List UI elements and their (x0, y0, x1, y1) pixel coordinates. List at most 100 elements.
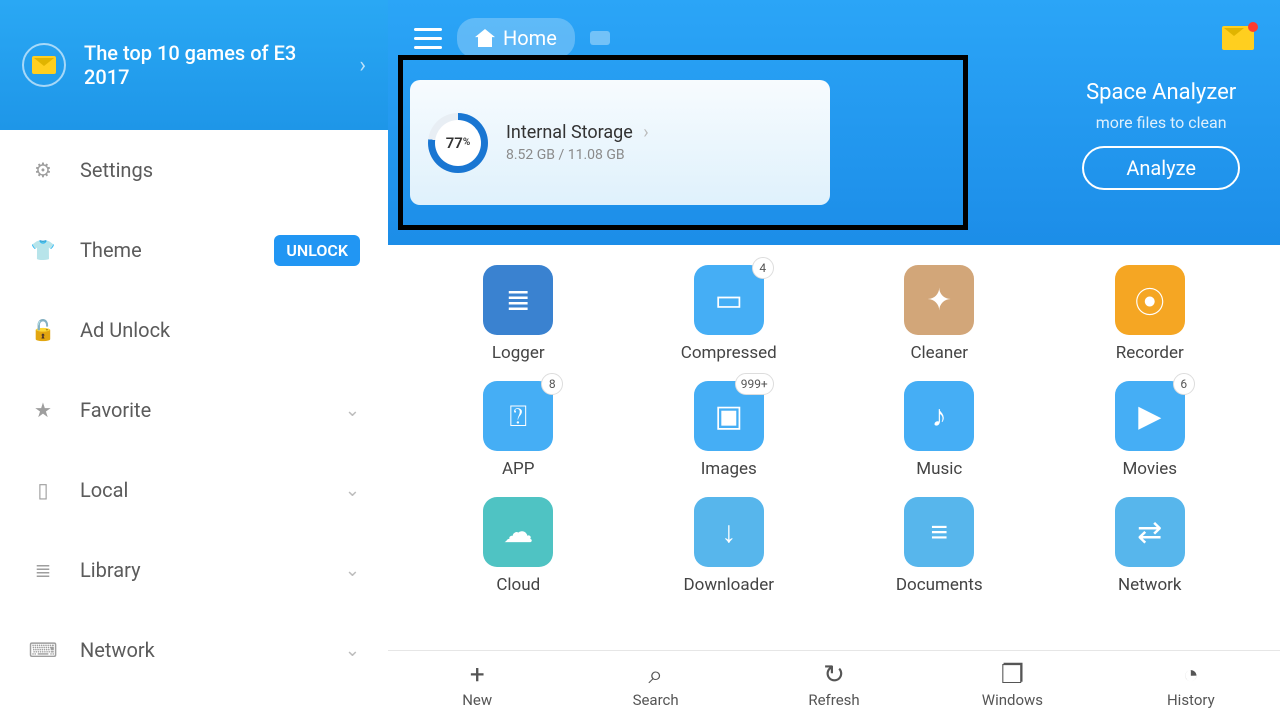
chevron-right-icon: › (643, 122, 648, 143)
windows-icon: ❐ (999, 662, 1025, 688)
tile-badge: 6 (1173, 373, 1195, 395)
home-icon (475, 29, 495, 47)
tile-network[interactable]: ⇄ Network (1050, 497, 1251, 595)
chevron-down-icon: ⌄ (345, 400, 360, 421)
sidebar-menu: ⚙Settings👕ThemeUNLOCK🔓Ad Unlock★Favorite… (0, 130, 388, 720)
sidebar-item-ad-unlock[interactable]: 🔓 Ad Unlock (0, 290, 388, 370)
history-icon: ◔ (1178, 662, 1204, 688)
tile-label: Downloader (684, 575, 774, 595)
sidebar-item-library[interactable]: ≣ Library ⌄ (0, 530, 388, 610)
breadcrumb-home[interactable]: Home (457, 18, 575, 58)
category-grid: ≣Logger ▭4 Compressed ✦Cleaner ⦿ Recorder ⍰8 AP… (418, 265, 1250, 595)
notification-dot (1248, 22, 1258, 32)
gear-icon: ⚙ (28, 155, 58, 185)
layers-icon: ≣ (28, 555, 58, 585)
chevron-down-icon: ⌄ (345, 480, 360, 501)
sidebar-item-local[interactable]: ▯ Local ⌄ (0, 450, 388, 530)
shirt-icon: 👕 (28, 235, 58, 265)
tile-icon: ⇄ (1115, 497, 1185, 567)
category-grid-area: ≣Logger ▭4 Compressed ✦Cleaner ⦿ Recorder ⍰8 AP… (388, 245, 1280, 650)
lock-icon: 🔓 (28, 315, 58, 345)
sidebar-item-label: Favorite (80, 398, 323, 422)
storage-percent: 77% (435, 120, 481, 166)
space-analyzer: Space Analyzer more files to clean Analy… (1082, 80, 1240, 190)
chevron-down-icon: ⌄ (345, 560, 360, 581)
bottom-label: Refresh (808, 691, 859, 709)
tile-label: Music (916, 459, 962, 479)
sidebar-item-label: Local (80, 478, 323, 502)
bottom-label: New (462, 691, 492, 709)
tile-label: Documents (896, 575, 983, 595)
mail-button[interactable] (1222, 26, 1254, 50)
tile-badge: 4 (752, 257, 774, 279)
tile-recorder[interactable]: ⦿ Recorder (1050, 265, 1251, 363)
sidebar-item-settings[interactable]: ⚙ Settings (0, 130, 388, 210)
chevron-down-icon: ⌄ (345, 640, 360, 661)
breadcrumb-label: Home (503, 26, 557, 50)
bottom-label: Search (633, 691, 679, 709)
sidebar-item-label: Settings (80, 158, 360, 182)
refresh-icon: ↻ (821, 662, 847, 688)
tile-cleaner[interactable]: ✦Cleaner (839, 265, 1040, 363)
analyzer-sub: more files to clean (1096, 113, 1227, 132)
tile-images[interactable]: ▣999+ Images (629, 381, 830, 479)
sidebar-item-label: Network (80, 638, 323, 662)
tile-icon: ▣999+ (694, 381, 764, 451)
bottom-bar: +New ⌕ Search ↻ Refresh ❐Windows ◔ History (388, 650, 1280, 720)
breadcrumb-chip[interactable] (590, 31, 610, 45)
sidebar: The top 10 games of E3 2017 › ⚙ Settings 👕… (0, 0, 388, 720)
bottom-search[interactable]: ⌕ Search (566, 651, 744, 720)
bottom-label: History (1167, 691, 1215, 709)
phone-icon: ▯ (28, 475, 58, 505)
tile-badge: 999+ (735, 373, 774, 395)
tile-documents[interactable]: ≡ Documents (839, 497, 1040, 595)
sidebar-item-theme[interactable]: 👕 Theme UNLOCK (0, 210, 388, 290)
bottom-new[interactable]: +New (388, 651, 566, 720)
tile-label: Cleaner (910, 343, 968, 363)
tile-label: Compressed (681, 343, 777, 363)
tile-logger[interactable]: ≣Logger (418, 265, 619, 363)
tile-icon: ↓ (694, 497, 764, 567)
tile-icon: ⍰8 (483, 381, 553, 451)
chevron-right-icon: › (359, 53, 366, 78)
tile-icon: ♪ (904, 381, 974, 451)
unlock-badge: UNLOCK (274, 235, 360, 266)
tile-icon: ≡ (904, 497, 974, 567)
tile-icon: ≣ (483, 265, 553, 335)
sidebar-item-label: Library (80, 558, 323, 582)
tile-icon: ⦿ (1115, 265, 1185, 335)
tile-music[interactable]: ♪ Music (839, 381, 1040, 479)
storage-title: Internal Storage (506, 122, 633, 143)
tile-label: Movies (1122, 459, 1177, 479)
sidebar-item-label: Theme (80, 238, 252, 262)
bottom-history[interactable]: ◔ History (1102, 651, 1280, 720)
sidebar-item-label: Ad Unlock (80, 318, 360, 342)
tile-badge: 8 (541, 373, 563, 395)
hero: Home 77% Internal Storage (388, 0, 1280, 245)
promo-banner[interactable]: The top 10 games of E3 2017 › (0, 0, 388, 130)
tile-downloader[interactable]: ↓ Downloader (629, 497, 830, 595)
mail-icon (22, 43, 66, 87)
tile-label: APP (502, 459, 535, 479)
tile-icon: ▶6 (1115, 381, 1185, 451)
bottom-windows[interactable]: ❐Windows (923, 651, 1101, 720)
storage-sub: 8.52 GB / 11.08 GB (506, 147, 649, 163)
storage-card[interactable]: 77% Internal Storage › 8.52 GB / 11.08 G… (410, 80, 830, 205)
tile-app[interactable]: ⍰8 APP (418, 381, 619, 479)
tile-movies[interactable]: ▶6 Movies (1050, 381, 1251, 479)
tile-label: Recorder (1116, 343, 1184, 363)
promo-text: The top 10 games of E3 2017 (84, 41, 341, 89)
analyze-button[interactable]: Analyze (1082, 146, 1240, 190)
tile-compressed[interactable]: ▭4 Compressed (629, 265, 830, 363)
storage-info: Internal Storage › 8.52 GB / 11.08 GB (506, 122, 649, 163)
sidebar-item-network[interactable]: ⌨ Network ⌄ (0, 610, 388, 690)
tile-label: Images (701, 459, 757, 479)
sidebar-item-favorite[interactable]: ★Favorite⌄ (0, 370, 388, 450)
router-icon: ⌨ (28, 635, 58, 665)
bottom-refresh[interactable]: ↻ Refresh (745, 651, 923, 720)
tile-cloud[interactable]: ☁Cloud (418, 497, 619, 595)
tile-label: Network (1118, 575, 1182, 595)
hamburger-icon[interactable] (414, 28, 442, 49)
tile-icon: ▭4 (694, 265, 764, 335)
search-icon: ⌕ (643, 662, 669, 688)
